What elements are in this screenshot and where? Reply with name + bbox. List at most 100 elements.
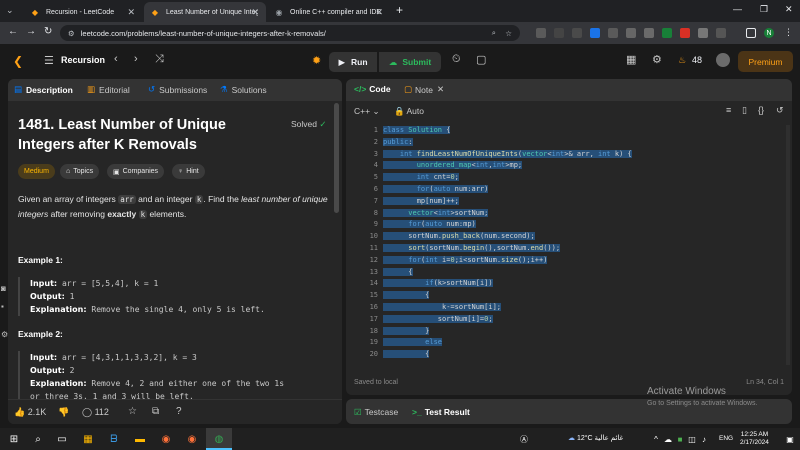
tab-editorial[interactable]: ▥ Editorial: [87, 84, 130, 95]
language-select[interactable]: C++ ⌄: [354, 106, 380, 117]
code-line[interactable]: {: [383, 349, 683, 361]
tab-note[interactable]: ▢ Note ✕: [404, 84, 444, 95]
extension-icon[interactable]: [536, 28, 546, 38]
code-line[interactable]: {: [383, 290, 683, 302]
extension-icon[interactable]: [680, 28, 690, 38]
tab-description[interactable]: ▤ Description: [14, 84, 73, 95]
leetcode-logo-icon[interactable]: ❮: [13, 54, 23, 68]
code-line[interactable]: for(auto num:arr): [383, 184, 683, 196]
app-tray-icon[interactable]: ■: [674, 433, 686, 445]
run-button[interactable]: ▶ Run: [329, 52, 377, 72]
minimize-icon[interactable]: —: [733, 4, 742, 14]
code-line[interactable]: else: [383, 337, 683, 349]
code-line[interactable]: sort(sortNum.begin(),sortNum.end());: [383, 243, 683, 255]
problem-title[interactable]: 1481. Least Number of Unique Integers af…: [18, 115, 258, 155]
close-tab-icon[interactable]: ✕: [375, 7, 383, 18]
submit-button[interactable]: ☁ Submit: [379, 52, 441, 72]
code-line[interactable]: for(auto num:mp): [383, 219, 683, 231]
layout-icon[interactable]: ▦: [626, 53, 636, 66]
cloud-tray-icon[interactable]: ☁: [662, 433, 674, 445]
widgets-icon[interactable]: ▦: [82, 433, 94, 445]
user-avatar[interactable]: [716, 53, 730, 67]
language-indicator[interactable]: ENG: [719, 435, 733, 442]
notification-icon[interactable]: ▣: [784, 433, 796, 445]
pin-icon[interactable]: ▪: [1, 302, 4, 311]
user-icon[interactable]: Ⓐ: [518, 433, 530, 445]
braces-icon[interactable]: {}: [758, 105, 764, 115]
companies-chip[interactable]: ▣ Companies: [107, 164, 165, 179]
editor-scrollbar[interactable]: [786, 125, 790, 365]
extension-icon[interactable]: [626, 28, 636, 38]
code-line[interactable]: vector<int>sortNum;: [383, 208, 683, 220]
code-line[interactable]: unordered_map<int,int>mp;: [383, 160, 683, 172]
extension-icon[interactable]: [698, 28, 708, 38]
tab-search-icon[interactable]: ⌄: [6, 5, 14, 16]
forward-icon[interactable]: →: [26, 26, 36, 37]
help-icon[interactable]: ?: [176, 406, 182, 417]
topics-chip[interactable]: ⌂ Topics: [60, 164, 100, 179]
restore-icon[interactable]: ❐: [760, 4, 768, 15]
code-line[interactable]: if(k>sortNum[i]): [383, 278, 683, 290]
tab-test-result[interactable]: >_ Test Result: [412, 407, 470, 417]
back-icon[interactable]: ←: [8, 26, 18, 37]
shuffle-icon[interactable]: ⤨: [155, 53, 164, 66]
file-explorer-icon[interactable]: ▬: [134, 433, 146, 445]
next-problem-icon[interactable]: ›: [134, 53, 138, 65]
volume-icon[interactable]: ♪: [698, 433, 710, 445]
network-icon[interactable]: ◫: [686, 433, 698, 445]
settings-gear-icon[interactable]: ⚙: [652, 53, 662, 66]
timer-icon[interactable]: ⏲: [452, 53, 461, 66]
bookmark-icon[interactable]: ▯: [742, 105, 747, 116]
code-editor[interactable]: class Solution {public: int findLeastNum…: [383, 125, 683, 361]
chrome-taskbar-button[interactable]: ◍: [206, 428, 232, 450]
shield-extension-icon[interactable]: [590, 28, 600, 38]
notes-icon[interactable]: ▢: [476, 53, 486, 66]
reload-icon[interactable]: ↻: [44, 26, 52, 37]
code-line[interactable]: sortNum.push_back(num.second);: [383, 231, 683, 243]
windows-start-icon[interactable]: ⊞: [8, 433, 20, 445]
browser-tab-3[interactable]: ◉ Online C++ compiler and IDE ✕: [268, 2, 390, 22]
favorite-star-icon[interactable]: ☆: [128, 406, 137, 417]
description-scrollbar[interactable]: [334, 103, 339, 213]
tab-submissions[interactable]: ↺ Submissions: [148, 84, 207, 95]
firefox-icon[interactable]: ◉: [160, 433, 172, 445]
browser-tab-2[interactable]: ◆ Least Number of Unique Integ... ✕: [144, 2, 266, 22]
new-tab-icon[interactable]: +: [396, 3, 403, 17]
firefox-icon[interactable]: ◉: [186, 433, 198, 445]
prev-problem-icon[interactable]: ‹: [114, 53, 118, 65]
debug-icon[interactable]: ✹: [312, 54, 321, 67]
profile-avatar[interactable]: N: [764, 28, 774, 38]
clock[interactable]: 12:25 AM 2/17/2024: [740, 431, 769, 447]
close-note-icon[interactable]: ✕: [437, 84, 444, 95]
code-line[interactable]: {: [383, 267, 683, 279]
extension-icon[interactable]: [716, 28, 726, 38]
extension-icon[interactable]: [554, 28, 564, 38]
edge-icon[interactable]: ᗷ: [108, 433, 120, 445]
code-line[interactable]: public:: [383, 137, 683, 149]
url-field[interactable]: ⚙ leetcode.com/problems/least-number-of-…: [60, 25, 520, 41]
chevron-up-icon[interactable]: ^: [650, 433, 662, 445]
weather-widget[interactable]: ☁ 12°C غائم عالية: [568, 434, 623, 442]
close-tab-icon[interactable]: ✕: [127, 7, 135, 18]
code-line[interactable]: for(int i=0;i<sortNum.size();i++): [383, 255, 683, 267]
code-line[interactable]: sortNum[i]=0;: [383, 314, 683, 326]
extension-icon[interactable]: [572, 28, 582, 38]
task-view-icon[interactable]: ▭: [56, 433, 68, 445]
difficulty-badge[interactable]: Medium: [18, 164, 55, 179]
settings-gear-icon[interactable]: ⚙: [1, 330, 8, 339]
like-button[interactable]: 👍 2.1K: [14, 407, 46, 418]
code-line[interactable]: k-=sortNum[i];: [383, 302, 683, 314]
problem-list-title[interactable]: Recursion: [61, 55, 105, 65]
dislike-icon[interactable]: 👎: [58, 407, 69, 418]
code-line[interactable]: class Solution {: [383, 125, 683, 137]
code-line[interactable]: int findLeastNumOfUniqueInts(vector<int>…: [383, 149, 683, 161]
close-tab-icon[interactable]: ✕: [251, 7, 259, 18]
extension-icon[interactable]: [662, 28, 672, 38]
comments-button[interactable]: ◯ 112: [82, 407, 109, 418]
search-icon[interactable]: ⌕: [32, 433, 44, 445]
format-icon[interactable]: ≡: [726, 105, 731, 115]
code-line[interactable]: int cnt=0;: [383, 172, 683, 184]
site-info-icon[interactable]: ⚙: [68, 29, 75, 38]
close-window-icon[interactable]: ✕: [785, 4, 793, 15]
bookmark-star-icon[interactable]: ☆: [505, 29, 512, 38]
